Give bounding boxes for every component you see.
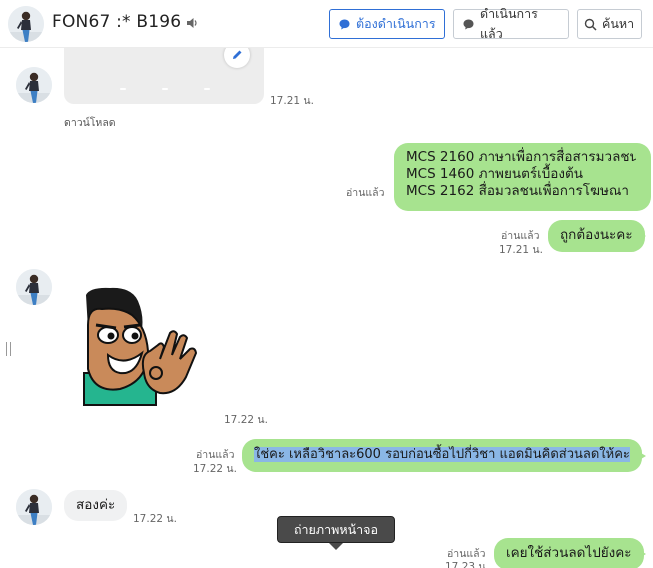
read-status: อ่านแล้ว — [346, 187, 385, 199]
tooltip-arrow — [329, 543, 343, 550]
chat-bubble-icon — [463, 19, 474, 29]
contact-name: FON67 :* B196 — [52, 12, 182, 32]
todo-button[interactable]: ต้องดำเนินการ — [329, 9, 445, 39]
message-line: MCS 2162 สื่อมวลชนเพื่อการโฆษณา — [406, 183, 629, 199]
message-time: 17.22 น. — [193, 463, 237, 475]
bubble-tail — [636, 230, 646, 242]
search-label: ค้นหา — [602, 16, 635, 31]
screenshot-tooltip: ถ่ายภาพหน้าจอ — [277, 516, 395, 543]
download-link[interactable]: ดาวน์โหลด — [64, 114, 116, 131]
sender-avatar[interactable] — [16, 67, 52, 103]
sender-avatar[interactable] — [16, 489, 52, 525]
search-button[interactable]: ค้นหา — [577, 9, 642, 39]
done-label: ดำเนินการแล้ว — [480, 6, 538, 41]
message-line: MCS 2160 ภาษาเพื่อการสื่อสารมวลชน — [406, 149, 639, 165]
selected-text[interactable]: ใช่คะ เหลือวิชาละ600 รอบก่อนซื้อไปกี่วิช… — [254, 447, 630, 462]
sender-avatar[interactable] — [16, 269, 52, 305]
bubble-tail — [636, 548, 646, 560]
message-time: 17.22 น. — [224, 414, 268, 426]
outgoing-message: ถูกต้องนะคะ — [548, 220, 645, 252]
message-time: 17.22 น. — [133, 513, 177, 525]
outgoing-message: MCS 2160 ภาษาเพื่อการสื่อสารมวลชน MCS 14… — [394, 143, 651, 211]
outgoing-message: เคยใช้ส่วนลดไปยังคะ — [494, 538, 644, 568]
message-time: 17.23 น. — [445, 561, 489, 568]
outgoing-message: ใช่คะ เหลือวิชาละ600 รอบก่อนซื้อไปกี่วิช… — [242, 439, 642, 472]
search-icon — [584, 18, 597, 31]
bubble-tail — [636, 153, 646, 165]
sound-icon[interactable] — [185, 16, 199, 30]
contact-avatar[interactable] — [8, 6, 44, 42]
chat-bubble-icon — [339, 19, 350, 29]
done-button[interactable]: ดำเนินการแล้ว — [453, 6, 569, 41]
bubble-tail — [636, 450, 646, 462]
message-line: MCS 1460 ภาพยนตร์เบื้องต้น — [406, 166, 583, 182]
chat-header: FON67 :* B196 ต้องดำเนินการ ดำเนินการแล้… — [0, 0, 653, 48]
resize-handle[interactable] — [6, 342, 11, 356]
message-time: 17.21 น. — [499, 244, 543, 256]
incoming-message: สองค่ะ — [64, 490, 128, 521]
sticker-image[interactable] — [80, 285, 202, 407]
todo-label: ต้องดำเนินการ — [356, 16, 436, 31]
message-time: 17.21 น. — [270, 95, 314, 107]
